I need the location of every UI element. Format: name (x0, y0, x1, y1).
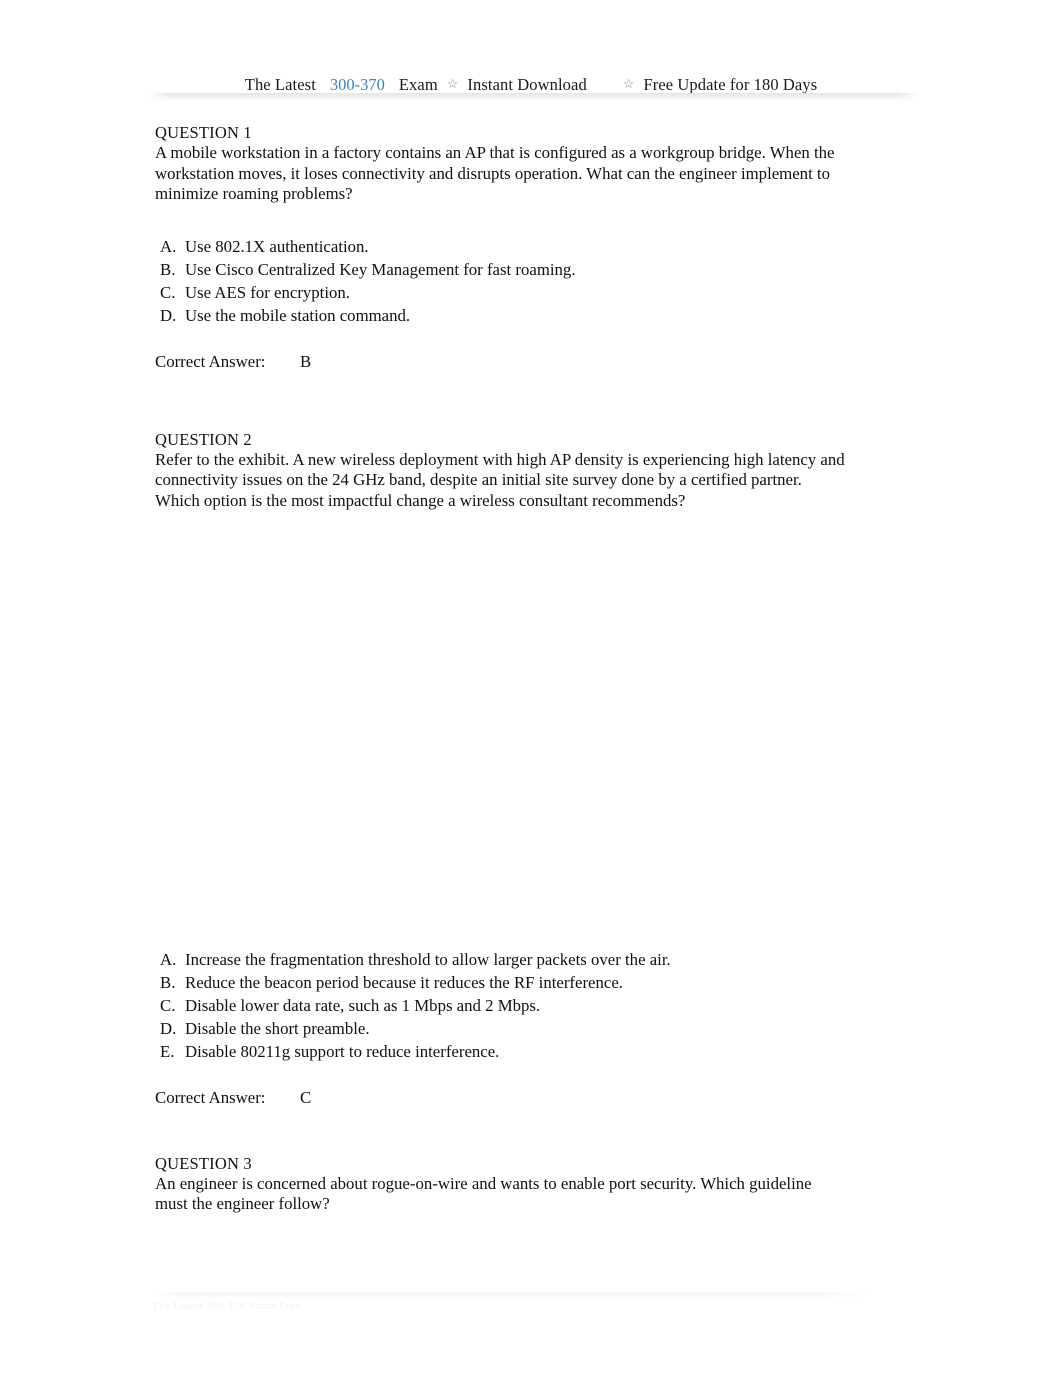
option-text: Use 802.1X authentication. (185, 236, 369, 256)
option-letter: C. (160, 282, 176, 302)
option-text: Disable lower data rate, such as 1 Mbps … (185, 995, 541, 1015)
option-letter: A. (160, 949, 177, 969)
document-page: The Latest 300-370 Exam ☆ Instant Downlo… (0, 0, 1062, 1376)
answer-option[interactable]: D. Disable the short preamble. (155, 1017, 855, 1040)
option-text: Disable the short preamble. (185, 1018, 370, 1038)
header-exam-code-link[interactable]: 300-370 (330, 75, 385, 95)
option-text: Increase the fragmentation threshold to … (185, 949, 671, 969)
question-body: An engineer is concerned about rogue-on-… (155, 1173, 812, 1214)
correct-answer-value: B (300, 351, 312, 371)
answer-option[interactable]: E. Disable 80211g support to reduce inte… (155, 1040, 855, 1063)
option-text: Disable 80211g support to reduce interfe… (185, 1041, 500, 1061)
answer-option[interactable]: C. Disable lower data rate, such as 1 Mb… (155, 994, 855, 1017)
answer-option[interactable]: A. Use 802.1X authentication. (155, 235, 855, 258)
question-block-2: QUESTION 2 Refer to the exhibit. A new w… (155, 429, 855, 1109)
option-letter: D. (160, 305, 177, 325)
option-letter: A. (160, 236, 177, 256)
option-letter: C. (160, 995, 176, 1015)
option-text: Reduce the beacon period because it redu… (185, 972, 623, 992)
header-instant-download-label: Instant Download (467, 75, 587, 94)
exhibit-image-placeholder (155, 529, 847, 930)
answer-option[interactable]: D. Use the mobile station command. (155, 304, 855, 327)
header-exam-label: Exam (398, 75, 438, 94)
footer-watermark: The Latest 300-370 Exam Free (152, 1300, 301, 1312)
question-title: QUESTION 1 (155, 123, 252, 142)
header-divider (148, 93, 920, 105)
question-block-1: QUESTION 1 A mobile workstation in a fac… (155, 122, 855, 373)
correct-answer-label: Correct Answer: (155, 351, 266, 371)
question-title: QUESTION 2 (155, 429, 252, 449)
question-body: A mobile workstation in a factory contai… (155, 143, 835, 204)
answer-option[interactable]: B. Reduce the beacon period because it r… (155, 971, 855, 994)
answer-option[interactable]: C. Use AES for encryption. (155, 281, 855, 304)
option-letter: B. (160, 972, 176, 992)
question-block-3: QUESTION 3 An engineer is concerned abou… (155, 1153, 855, 1215)
correct-answer-row: Correct Answer: B (155, 351, 855, 373)
questions-container: QUESTION 1 A mobile workstation in a fac… (155, 122, 855, 1215)
option-letter: D. (160, 1018, 177, 1038)
star-icon: ☆ (446, 76, 459, 91)
option-letter: B. (160, 259, 176, 279)
option-letter: E. (160, 1041, 175, 1061)
answer-option[interactable]: A. Increase the fragmentation threshold … (155, 948, 855, 971)
question-title: QUESTION 3 (155, 1153, 252, 1173)
header-latest-label: The Latest (244, 75, 316, 94)
answer-option[interactable]: B. Use Cisco Centralized Key Management … (155, 258, 855, 281)
correct-answer-row: Correct Answer: C (155, 1087, 855, 1109)
answer-options-list: A. Increase the fragmentation threshold … (155, 948, 855, 1063)
correct-answer-value: C (300, 1087, 312, 1107)
option-text: Use AES for encryption. (185, 282, 350, 302)
header-free-update-label: Free Update for 180 Days (643, 75, 818, 94)
option-text: Use Cisco Centralized Key Management for… (185, 259, 576, 279)
answer-options-list: A. Use 802.1X authentication. B. Use Cis… (155, 235, 855, 327)
correct-answer-label: Correct Answer: (155, 1087, 266, 1107)
option-text: Use the mobile station command. (185, 305, 411, 325)
star-icon: ☆ (622, 76, 635, 91)
question-body: Refer to the exhibit. A new wireless dep… (155, 449, 845, 510)
